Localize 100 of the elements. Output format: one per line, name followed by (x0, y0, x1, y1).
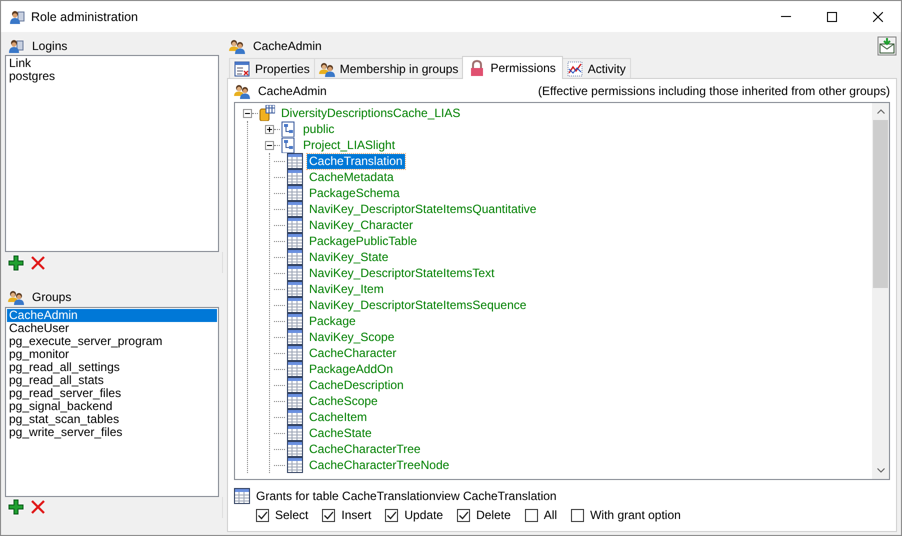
tree-item[interactable]: NaviKey_State (307, 250, 390, 264)
table-icon (287, 233, 303, 249)
table-icon (287, 281, 303, 297)
tree-item[interactable]: CacheScope (307, 394, 380, 408)
tree-item[interactable]: CacheCharacterTree (307, 442, 423, 456)
table-icon (287, 441, 303, 457)
scroll-up-icon (876, 109, 884, 114)
tree-item[interactable]: CacheCharacterTreeNode (307, 458, 452, 472)
tree-item[interactable]: Project_LIASlight (301, 138, 398, 152)
checkbox[interactable] (322, 508, 336, 522)
table-icon (287, 201, 303, 217)
tab[interactable]: Properties (229, 58, 315, 78)
user-icon (8, 38, 24, 54)
table-icon (287, 217, 303, 233)
list-item[interactable]: pg_monitor (7, 348, 217, 361)
tree-item[interactable]: NaviKey_Item (307, 282, 386, 296)
list-item[interactable]: pg_read_all_settings (7, 360, 217, 374)
section-title: Logins (32, 38, 68, 53)
table-icon (287, 249, 303, 265)
table-icon (287, 409, 303, 425)
app-icon (9, 8, 25, 24)
tree-item[interactable]: CacheState (307, 426, 374, 440)
close-icon (873, 12, 883, 22)
tree-item[interactable]: DiversityDescriptionsCache_LIAS (279, 106, 462, 120)
table-icon (287, 393, 303, 409)
permissions-note: (Effective permissions including those inherited from other groups) (538, 84, 890, 98)
database-icon (259, 105, 275, 121)
maximize-icon (827, 12, 837, 22)
table-icon (287, 265, 303, 281)
list-item[interactable]: CacheUser (7, 322, 217, 335)
list-item[interactable]: postgres (7, 70, 217, 84)
tree-item[interactable]: NaviKey_Scope (307, 330, 396, 344)
table-icon (287, 297, 303, 313)
tab[interactable]: Permissions (462, 56, 563, 79)
tree-item[interactable]: public (301, 122, 336, 136)
table-icon (287, 185, 303, 201)
checkbox-label: Insert (341, 508, 372, 522)
table-icon (287, 329, 303, 345)
tree-item[interactable]: PackagePublicTable (307, 234, 420, 248)
tree-item[interactable]: NaviKey_Character (307, 218, 416, 232)
group-icon (318, 60, 335, 76)
tree-item[interactable]: CacheItem (307, 410, 370, 424)
list-item[interactable]: pg_signal_backend (7, 400, 217, 413)
export-button[interactable] (877, 36, 897, 56)
grants-title: Grants for table CacheTranslationview CacheTranslation (256, 489, 557, 503)
tab[interactable]: Membership in groups (314, 58, 464, 78)
list-item[interactable]: pg_execute_server_program (7, 334, 217, 348)
tree-item[interactable]: Package (307, 314, 358, 328)
list-item[interactable]: Link (7, 57, 217, 70)
expand-icon[interactable] (265, 124, 274, 134)
table-icon (287, 313, 303, 329)
section-title: Groups (32, 290, 72, 304)
scroll-thumb[interactable] (873, 120, 888, 288)
scroll-down-icon (876, 468, 884, 473)
add-button[interactable] (8, 499, 24, 516)
table-icon (287, 425, 303, 441)
tree-item[interactable]: CacheTranslation (307, 154, 405, 168)
tree-item[interactable]: CacheMetadata (307, 170, 396, 184)
window-title: Role administration (31, 10, 138, 24)
checkbox[interactable] (571, 508, 584, 522)
tab[interactable]: Activity (562, 58, 631, 78)
group-icon (8, 289, 24, 306)
checkbox-label: Delete (476, 508, 511, 522)
scrollbar[interactable] (872, 103, 889, 479)
tree-item[interactable]: PackageAddOn (307, 362, 396, 376)
checkbox[interactable] (385, 508, 398, 522)
schema-icon (281, 137, 297, 153)
collapse-icon[interactable] (243, 108, 252, 118)
list-item[interactable]: pg_stat_scan_tables (7, 412, 217, 426)
table-icon (287, 361, 303, 377)
table-icon (287, 377, 303, 393)
delete-button[interactable] (30, 499, 46, 516)
tree-item[interactable]: NaviKey_DescriptorStateItemsText (307, 266, 496, 280)
table-icon (287, 345, 303, 361)
role-name: CacheAdmin (253, 39, 322, 53)
delete-button[interactable] (30, 254, 46, 271)
tree-item[interactable]: CacheDescription (307, 378, 406, 392)
checkbox[interactable] (256, 508, 269, 522)
tree-item[interactable]: NaviKey_DescriptorStateItemsSequence (307, 298, 528, 312)
role-name: CacheAdmin (258, 84, 327, 98)
list-item[interactable]: CacheAdmin (7, 308, 217, 322)
checkbox-label: Update (404, 508, 444, 522)
table-icon (287, 169, 303, 185)
schema-icon (281, 121, 297, 137)
group-icon (234, 83, 250, 99)
tree-item[interactable]: PackageSchema (307, 186, 402, 200)
collapse-icon[interactable] (265, 140, 274, 150)
minimize-icon (781, 16, 791, 17)
list-item[interactable]: pg_read_all_stats (7, 374, 217, 387)
checkbox-label: With grant option (590, 508, 681, 522)
list-item[interactable]: pg_read_server_files (7, 386, 217, 400)
checkbox-label: Select (275, 508, 308, 522)
tree-item[interactable]: CacheCharacter (307, 346, 398, 360)
checkbox[interactable] (457, 508, 470, 522)
add-button[interactable] (8, 254, 24, 271)
list-item[interactable]: pg_write_server_files (7, 426, 217, 439)
tree-item[interactable]: NaviKey_DescriptorStateItemsQuantitative (307, 202, 538, 216)
table-icon (287, 153, 303, 169)
checkbox[interactable] (524, 508, 538, 522)
group-icon (229, 38, 245, 54)
